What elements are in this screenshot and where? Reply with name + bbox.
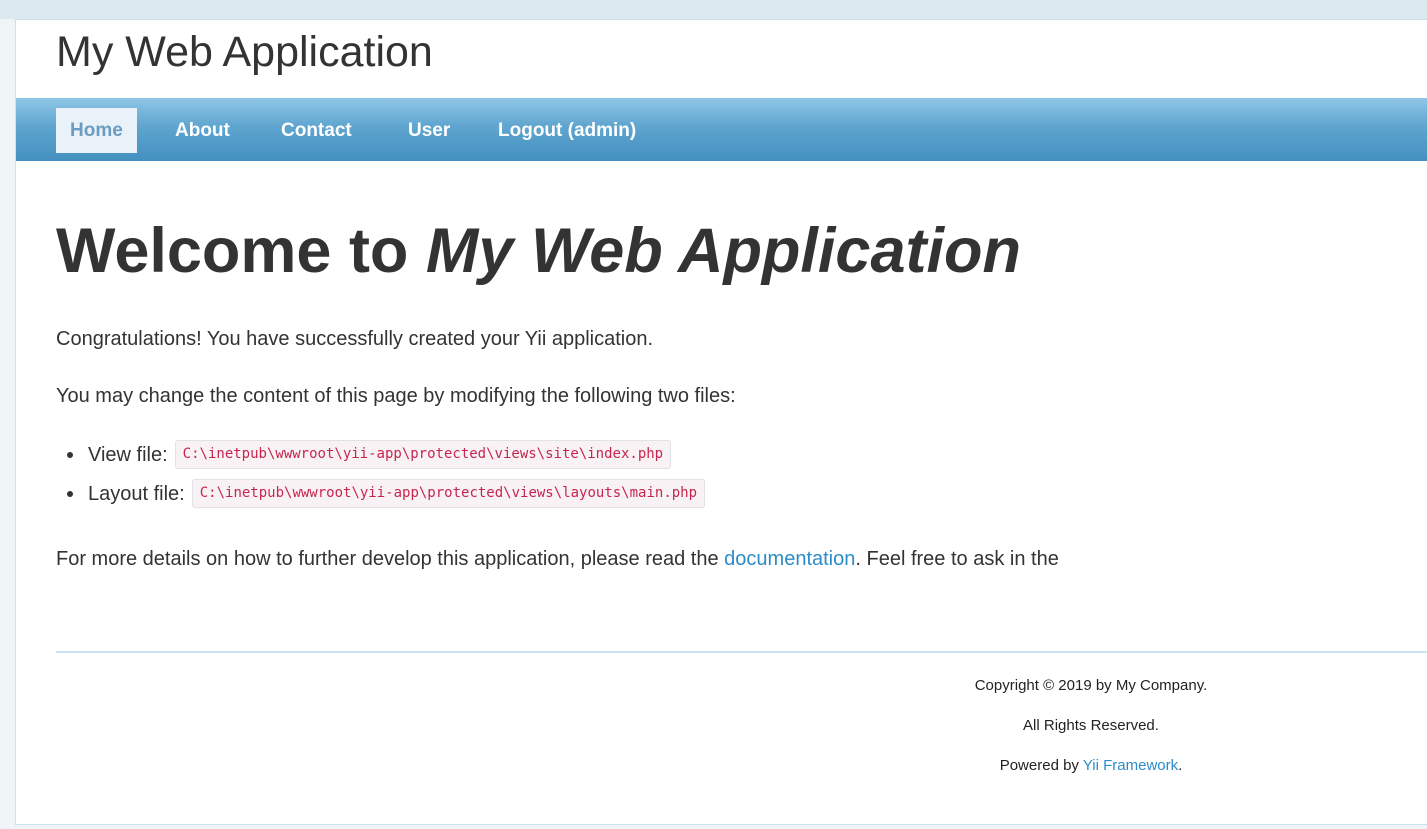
menu-item-user[interactable]: User [408,108,450,153]
powered-prefix: Powered by [999,757,1079,774]
documentation-link[interactable]: documentation [724,548,855,570]
file-label: View file: [88,443,168,466]
menu-item-about[interactable]: About [175,108,230,153]
footer-copyright: Copyright © 2019 by My Company. [974,677,1208,694]
site-logo-title[interactable]: My Web Application [56,31,433,74]
footer-powered-by: Powered by Yii Framework. [866,758,1316,798]
file-label: Layout file: [88,482,185,505]
page-title: Welcome to My Web Application [56,220,1021,283]
congrats-text: Congratulations! You have successfully c… [56,328,654,350]
list-item-view-file: View file: C:\inetpub\wwwroot\yii-app\pr… [56,440,672,469]
change-instructions-text: You may change the content of this page … [56,385,736,407]
footer-rights: All Rights Reserved. [1023,717,1159,734]
welcome-prefix: Welcome to [56,216,409,286]
main-menu: Home About Contact User Logout (admin) [16,98,1427,161]
page-container: My Web Application Home About Contact Us… [15,19,1427,825]
menu-item-home[interactable]: Home [56,108,137,153]
menu-item-logout[interactable]: Logout (admin) [498,108,636,153]
yii-framework-link[interactable]: Yii Framework [1083,757,1178,774]
footer-divider [56,651,1427,653]
details-prefix-text: For more details on how to further devel… [56,548,719,570]
bullet-icon [67,451,73,458]
menu-item-contact[interactable]: Contact [281,108,352,153]
browser-top-strip [0,0,1427,19]
bullet-icon [67,490,73,497]
footer: Copyright © 2019 by My Company. All Righ… [866,678,1316,798]
file-path-code: C:\inetpub\wwwroot\yii-app\protected\vie… [174,440,672,469]
file-path-code: C:\inetpub\wwwroot\yii-app\protected\vie… [191,479,706,508]
powered-suffix: . [1178,757,1183,774]
details-paragraph: For more details on how to further devel… [56,549,1059,569]
details-suffix-text: . Feel free to ask in the [855,548,1059,570]
welcome-app-name: My Web Application [425,216,1021,286]
list-item-layout-file: Layout file: C:\inetpub\wwwroot\yii-app\… [56,479,706,508]
